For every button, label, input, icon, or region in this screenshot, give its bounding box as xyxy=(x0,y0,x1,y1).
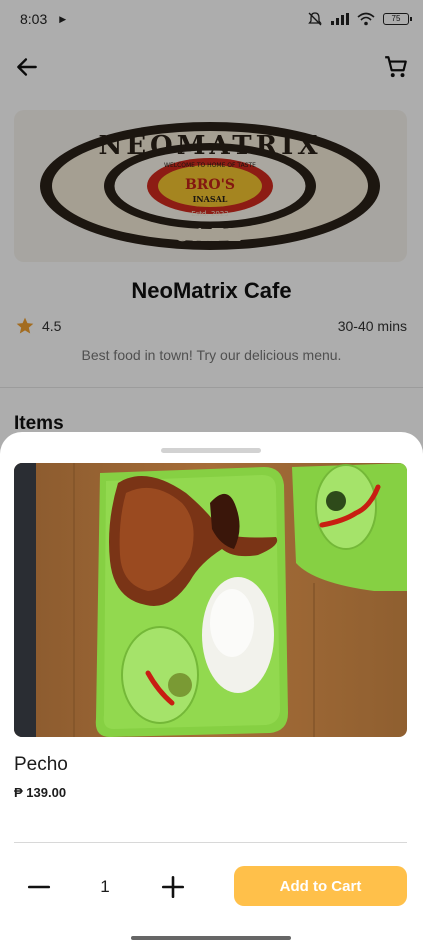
drag-handle[interactable] xyxy=(161,448,261,453)
gesture-nav-bar[interactable] xyxy=(131,936,291,940)
sheet-divider xyxy=(14,842,407,843)
minus-icon[interactable] xyxy=(26,874,52,900)
item-photo xyxy=(14,463,407,737)
quantity-value: 1 xyxy=(100,877,110,896)
item-price: ₱ 139.00 xyxy=(14,785,67,800)
plus-icon[interactable] xyxy=(160,874,186,900)
item-name: Pecho xyxy=(14,754,68,775)
item-bottom-sheet: Pecho ₱ 139.00 1 Add to Cart xyxy=(0,432,423,945)
add-to-cart-button[interactable]: Add to Cart xyxy=(234,866,407,906)
